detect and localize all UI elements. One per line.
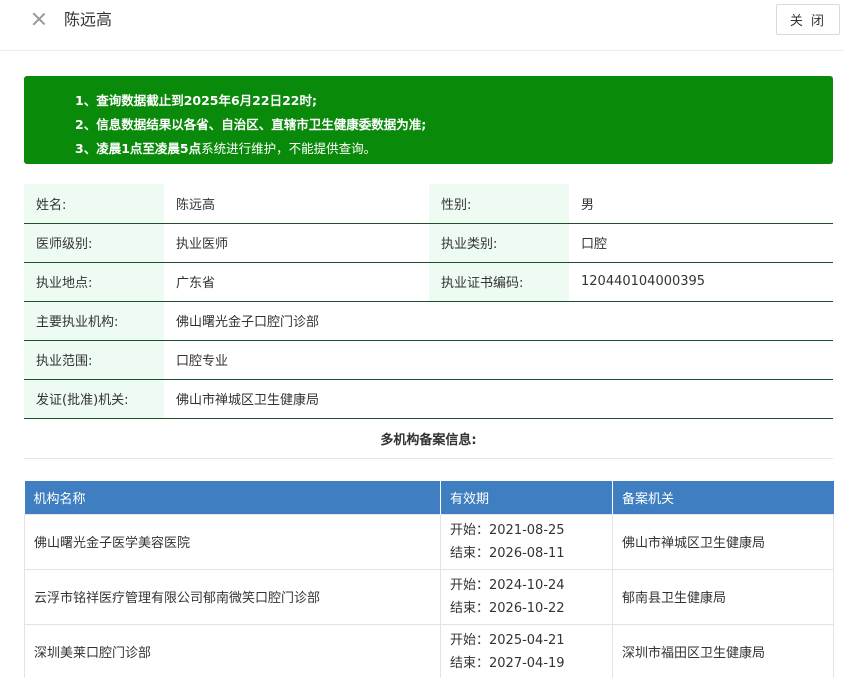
validity-end: 结束：2027-04-19 bbox=[450, 655, 565, 671]
location-value: 广东省 bbox=[164, 262, 429, 302]
table-row: 云浮市铭祥医疗管理有限公司郁南微笑口腔门诊部 开始：2024-10-24 结束：… bbox=[24, 568, 834, 625]
column-header-authority: 备案机关 bbox=[612, 481, 834, 514]
name-label: 姓名: bbox=[24, 184, 164, 224]
level-value: 执业医师 bbox=[164, 223, 429, 263]
authority-cell: 郁南县卫生健康局 bbox=[612, 568, 834, 625]
validity-cell: 开始：2021-08-25 结束：2026-08-11 bbox=[440, 513, 613, 570]
org-name-cell: 佛山曙光金子医学美容医院 bbox=[24, 513, 441, 570]
validity-start: 开始：2021-08-25 bbox=[450, 522, 565, 538]
issuer-value: 佛山市禅城区卫生健康局 bbox=[164, 379, 833, 419]
main-org-value: 佛山曙光金子口腔门诊部 bbox=[164, 301, 833, 341]
column-header-validity: 有效期 bbox=[440, 481, 613, 514]
cert-number-value: 120440104000395 bbox=[569, 262, 833, 302]
table-row: 深圳美莱口腔门诊部 开始：2025-04-21 结束：2027-04-19 深圳… bbox=[24, 623, 834, 678]
authority-cell: 佛山市禅城区卫生健康局 bbox=[612, 513, 834, 570]
multi-org-section-title: 多机构备案信息: bbox=[24, 418, 833, 459]
org-name-cell: 云浮市铭祥医疗管理有限公司郁南微笑口腔门诊部 bbox=[24, 568, 441, 625]
authority-cell: 深圳市福田区卫生健康局 bbox=[612, 623, 834, 678]
close-icon[interactable] bbox=[30, 10, 48, 28]
dialog-header: 陈远高 关 闭 bbox=[0, 0, 844, 51]
level-label: 医师级别: bbox=[24, 223, 164, 263]
close-button[interactable]: 关 闭 bbox=[776, 4, 840, 35]
gender-label: 性别: bbox=[429, 184, 569, 224]
page-title: 陈远高 bbox=[64, 10, 113, 29]
info-row: 医师级别: 执业医师 执业类别: 口腔 bbox=[24, 223, 833, 263]
validity-cell: 开始：2024-10-24 结束：2026-10-22 bbox=[440, 568, 613, 625]
notice-banner: 1、查询数据截止到2025年6月22日22时; 2、信息数据结果以各省、自治区、… bbox=[24, 76, 833, 164]
validity-end: 结束：2026-10-22 bbox=[450, 600, 565, 616]
scope-label: 执业范围: bbox=[24, 340, 164, 380]
validity-end: 结束：2026-08-11 bbox=[450, 545, 565, 561]
main-org-label: 主要执业机构: bbox=[24, 301, 164, 341]
table-header: 机构名称 有效期 备案机关 bbox=[24, 481, 834, 514]
validity-cell: 开始：2025-04-21 结束：2027-04-19 bbox=[440, 623, 613, 678]
validity-start: 开始：2025-04-21 bbox=[450, 632, 565, 648]
table-row: 佛山曙光金子医学美容医院 开始：2021-08-25 结束：2026-08-11… bbox=[24, 513, 834, 570]
doctor-info-table: 姓名: 陈远高 性别: 男 医师级别: 执业医师 执业类别: 口腔 执业地点: … bbox=[24, 184, 833, 459]
scope-value: 口腔专业 bbox=[164, 340, 833, 380]
notice-line-1: 1、查询数据截止到2025年6月22日22时; bbox=[75, 93, 317, 108]
info-row: 发证(批准)机关: 佛山市禅城区卫生健康局 bbox=[24, 379, 833, 419]
info-row: 主要执业机构: 佛山曙光金子口腔门诊部 bbox=[24, 301, 833, 341]
name-value: 陈远高 bbox=[164, 184, 429, 224]
category-label: 执业类别: bbox=[429, 223, 569, 263]
info-row: 执业地点: 广东省 执业证书编码: 120440104000395 bbox=[24, 262, 833, 302]
category-value: 口腔 bbox=[569, 223, 833, 263]
info-row: 执业范围: 口腔专业 bbox=[24, 340, 833, 380]
validity-start: 开始：2024-10-24 bbox=[450, 577, 565, 593]
column-header-org: 机构名称 bbox=[24, 481, 441, 514]
info-row: 姓名: 陈远高 性别: 男 bbox=[24, 184, 833, 224]
multi-org-table: 机构名称 有效期 备案机关 佛山曙光金子医学美容医院 开始：2021-08-25… bbox=[24, 481, 834, 678]
section-row: 多机构备案信息: bbox=[24, 418, 833, 459]
notice-line-2: 2、信息数据结果以各省、自治区、直辖市卫生健康委数据为准; bbox=[75, 117, 427, 132]
location-label: 执业地点: bbox=[24, 262, 164, 302]
gender-value: 男 bbox=[569, 184, 833, 224]
cert-number-label: 执业证书编码: bbox=[429, 262, 569, 302]
notice-line-3: 3、凌晨1点至凌晨5点系统进行维护，不能提供查询。 bbox=[75, 141, 377, 156]
org-name-cell: 深圳美莱口腔门诊部 bbox=[24, 623, 441, 678]
issuer-label: 发证(批准)机关: bbox=[24, 379, 164, 419]
